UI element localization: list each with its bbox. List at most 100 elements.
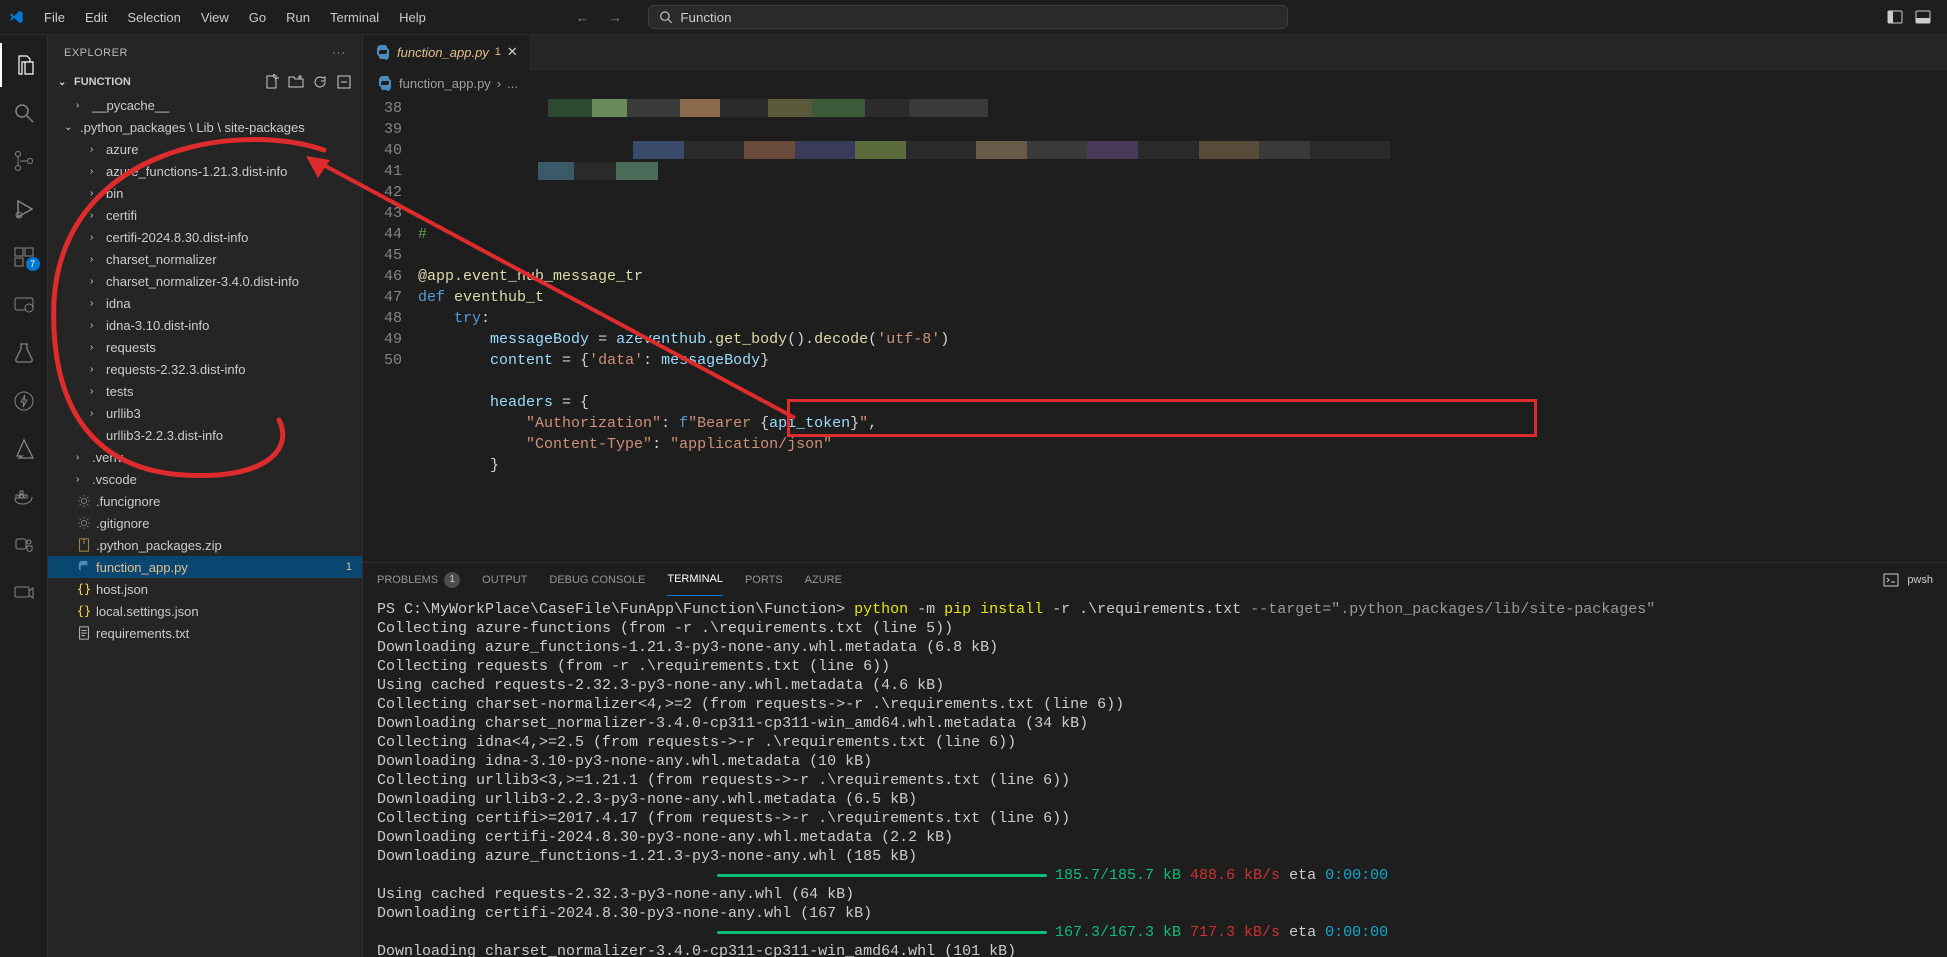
search-input[interactable]	[680, 10, 1276, 25]
tab-function-app[interactable]: function_app.py 1 ✕	[363, 35, 531, 70]
panel-tab-terminal[interactable]: TERMINAL	[667, 563, 723, 596]
tree-item[interactable]: .gitignore	[48, 512, 362, 534]
activity-remote[interactable]	[0, 283, 48, 327]
azure-icon	[12, 437, 36, 461]
thunder-icon	[12, 389, 36, 413]
activity-testing[interactable]	[0, 331, 48, 375]
tree-item[interactable]: ›__pycache__	[48, 94, 362, 116]
tree-item[interactable]: .python_packages.zip	[48, 534, 362, 556]
new-folder-icon[interactable]	[288, 74, 304, 90]
chevron-icon: ›	[76, 100, 88, 111]
tree-item[interactable]: {}local.settings.json	[48, 600, 362, 622]
modified-badge: 1	[346, 561, 352, 573]
code-editor[interactable]: 38394041424344454647484950 # @app.event_…	[363, 96, 1947, 562]
file-icon	[76, 626, 92, 640]
activity-teams[interactable]	[0, 523, 48, 567]
tree-item[interactable]: ›idna	[48, 292, 362, 314]
tree-item-label: idna-3.10.dist-info	[106, 318, 209, 333]
beaker-icon	[12, 341, 36, 365]
tree-item[interactable]: ⌄.python_packages \ Lib \ site-packages	[48, 116, 362, 138]
activity-explorer[interactable]	[0, 43, 48, 87]
layout-panel-left-icon[interactable]	[1887, 9, 1903, 25]
command-center[interactable]	[648, 5, 1288, 29]
nav-back-icon[interactable]: ←	[574, 8, 591, 27]
activity-docker[interactable]	[0, 475, 48, 519]
search-icon	[12, 101, 36, 125]
activity-azure[interactable]	[0, 427, 48, 471]
panel-tab-output[interactable]: OUTPUT	[482, 563, 527, 596]
panel-tab-azure[interactable]: AZURE	[805, 563, 842, 596]
tree-item[interactable]: requirements.txt	[48, 622, 362, 644]
menu-go[interactable]: Go	[241, 6, 274, 29]
shell-name[interactable]: pwsh	[1907, 574, 1933, 586]
refresh-icon[interactable]	[312, 74, 328, 90]
tree-item[interactable]: ›azure_functions-1.21.3.dist-info	[48, 160, 362, 182]
activity-run-debug[interactable]	[0, 187, 48, 231]
tree-item[interactable]: ›azure	[48, 138, 362, 160]
menu-help[interactable]: Help	[391, 6, 434, 29]
tree-item-label: idna	[106, 296, 131, 311]
tree-item[interactable]: ›urllib3-2.2.3.dist-info	[48, 424, 362, 446]
sidebar-title: EXPLORER	[64, 47, 128, 59]
menu-file[interactable]: File	[36, 6, 73, 29]
panel-tab-ports[interactable]: PORTS	[745, 563, 783, 596]
new-file-icon[interactable]	[264, 74, 280, 90]
tree-item[interactable]: {}host.json	[48, 578, 362, 600]
tree-item-label: azure_functions-1.21.3.dist-info	[106, 164, 287, 179]
tree-item[interactable]: ›charset_normalizer-3.4.0.dist-info	[48, 270, 362, 292]
tree-item[interactable]: .funcignore	[48, 490, 362, 512]
panel-tab-debug-console[interactable]: DEBUG CONSOLE	[549, 563, 645, 596]
sidebar: EXPLORER ··· ⌄ FUNCTION ›__pycach	[48, 35, 363, 957]
chevron-icon: ›	[90, 188, 102, 199]
tree-item-label: charset_normalizer-3.4.0.dist-info	[106, 274, 299, 289]
nav-forward-icon[interactable]: →	[607, 8, 624, 27]
activity-search[interactable]	[0, 91, 48, 135]
activity-thunder[interactable]	[0, 379, 48, 423]
tree-item[interactable]: ›tests	[48, 380, 362, 402]
chevron-icon: ›	[76, 474, 88, 485]
workspace-name: FUNCTION	[74, 76, 131, 88]
menu-terminal[interactable]: Terminal	[322, 6, 387, 29]
tree-item-label: .funcignore	[96, 494, 160, 509]
breadcrumb-file: function_app.py	[399, 76, 491, 91]
tree-item-label: local.settings.json	[96, 604, 199, 619]
tree-item[interactable]: ›idna-3.10.dist-info	[48, 314, 362, 336]
tree-item[interactable]: ›.venv	[48, 446, 362, 468]
collapse-icon[interactable]	[336, 74, 352, 90]
menu-view[interactable]: View	[193, 6, 237, 29]
tree-item-label: urllib3	[106, 406, 141, 421]
tree-item[interactable]: ›requests-2.32.3.dist-info	[48, 358, 362, 380]
tree-item[interactable]: ›requests	[48, 336, 362, 358]
terminal-output[interactable]: PS C:\MyWorkPlace\CaseFile\FunApp\Functi…	[363, 596, 1947, 957]
tree-item[interactable]: › bin	[48, 182, 362, 204]
tree-item[interactable]: ›.vscode	[48, 468, 362, 490]
breadcrumb-sep: ›	[497, 76, 501, 91]
tree-item[interactable]: ›urllib3	[48, 402, 362, 424]
explorer-section-header[interactable]: ⌄ FUNCTION	[48, 70, 362, 94]
chevron-icon: ›	[90, 386, 102, 397]
menu-edit[interactable]: Edit	[77, 6, 115, 29]
tree-item[interactable]: function_app.py1	[48, 556, 362, 578]
source-control-icon	[12, 149, 36, 173]
tree-item[interactable]: ›charset_normalizer	[48, 248, 362, 270]
menu-selection[interactable]: Selection	[119, 6, 188, 29]
terminal-launch-icon[interactable]	[1883, 572, 1899, 588]
code-content[interactable]: # @app.event_hub_message_trdef eventhub_…	[418, 96, 1947, 562]
menu-run[interactable]: Run	[278, 6, 318, 29]
layout-panel-bottom-icon[interactable]	[1915, 9, 1931, 25]
sidebar-more-icon[interactable]: ···	[332, 47, 346, 59]
activity-extensions[interactable]: 7	[0, 235, 48, 279]
tree-item-label: certifi-2024.8.30.dist-info	[106, 230, 248, 245]
docker-icon	[12, 485, 36, 509]
activity-live-share[interactable]	[0, 571, 48, 615]
panel-tab-problems[interactable]: PROBLEMS1	[377, 563, 460, 596]
tree-item[interactable]: ›certifi	[48, 204, 362, 226]
file-tree[interactable]: ›__pycache__⌄.python_packages \ Lib \ si…	[48, 94, 362, 957]
breadcrumbs[interactable]: function_app.py › ...	[363, 70, 1947, 96]
activity-source-control[interactable]	[0, 139, 48, 183]
tree-item[interactable]: ›certifi-2024.8.30.dist-info	[48, 226, 362, 248]
close-icon[interactable]: ✕	[507, 44, 518, 60]
tree-item-label: .venv	[92, 450, 123, 465]
file-icon: {}	[76, 582, 92, 596]
tree-item-label: bin	[106, 186, 123, 201]
